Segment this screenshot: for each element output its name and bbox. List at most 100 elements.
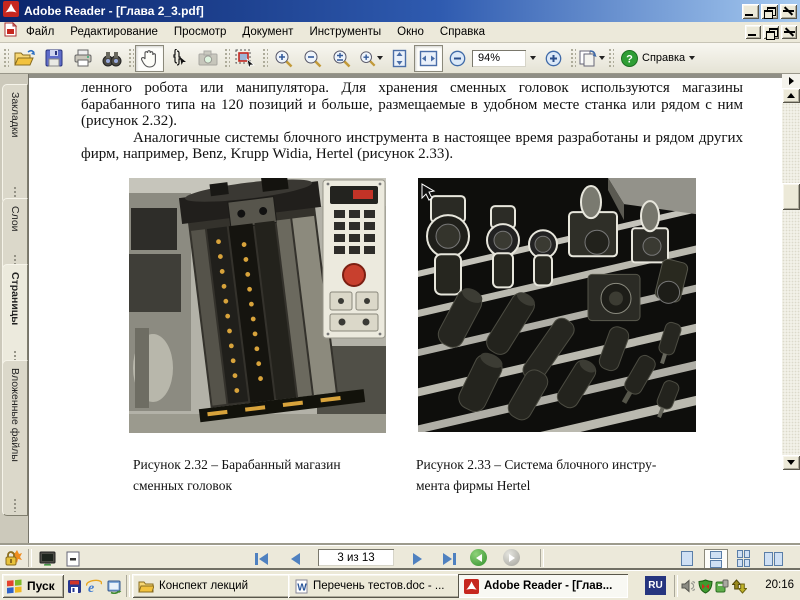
- close-icon[interactable]: [780, 3, 797, 19]
- single-page-button[interactable]: [676, 549, 698, 568]
- doc-restore-icon[interactable]: [763, 25, 779, 40]
- doc-minimize-icon[interactable]: [745, 25, 761, 39]
- taskbar-window-adobe-reader[interactable]: Adobe Reader - [Глав...: [458, 574, 628, 598]
- page-view-menu-button[interactable]: [577, 45, 606, 72]
- show-desktop-icon[interactable]: [106, 578, 122, 594]
- scrollbar-track[interactable]: [782, 103, 800, 455]
- menu-help[interactable]: Справка: [432, 23, 493, 41]
- zoom-in-button[interactable]: [539, 45, 568, 72]
- toolbar-grip[interactable]: [127, 47, 134, 69]
- help-button[interactable]: ? Справка: [615, 46, 701, 70]
- folder-icon: [138, 581, 154, 592]
- volume-icon[interactable]: [680, 578, 696, 594]
- antivirus-shield-icon[interactable]: [697, 578, 713, 594]
- zoom-tool-menu-icon[interactable]: [356, 45, 385, 72]
- menu-document[interactable]: Документ: [234, 23, 301, 41]
- fit-width-button[interactable]: [414, 44, 443, 72]
- fit-height-button[interactable]: [385, 45, 414, 72]
- next-view-button[interactable]: [503, 549, 520, 566]
- facing-button[interactable]: [762, 549, 784, 568]
- prev-page-icon: [290, 552, 300, 565]
- figure-hertel-tools: [418, 178, 696, 432]
- save-button[interactable]: [39, 45, 68, 72]
- menu-window[interactable]: Окно: [389, 23, 432, 41]
- scroll-down-button[interactable]: [782, 455, 800, 470]
- page-number-input[interactable]: 3 из 13: [318, 549, 394, 566]
- agent-icon[interactable]: [714, 578, 730, 594]
- restore-icon[interactable]: [761, 3, 778, 19]
- screen-mode-button[interactable]: [36, 549, 58, 568]
- chevron-down-icon: [599, 56, 605, 60]
- facing-icon: [763, 551, 783, 566]
- toolbar-expand-button[interactable]: [782, 74, 800, 88]
- svg-text:?: ?: [626, 53, 633, 65]
- chevron-down-icon: [376, 56, 383, 60]
- lock-icon: [4, 549, 22, 572]
- next-page-button[interactable]: [406, 549, 428, 568]
- first-page-button[interactable]: [250, 549, 272, 568]
- tab-layers[interactable]: Слои: [2, 198, 28, 272]
- menu-edit[interactable]: Редактирование: [62, 23, 166, 41]
- prev-page-button[interactable]: [284, 549, 306, 568]
- open-button[interactable]: [10, 45, 39, 72]
- toolbar-grip[interactable]: [2, 47, 9, 69]
- clock: 20:16: [765, 579, 794, 591]
- snapshot-icon[interactable]: [193, 45, 222, 72]
- print-button[interactable]: [68, 45, 97, 72]
- last-page-button[interactable]: [438, 549, 460, 568]
- menu-tools[interactable]: Инструменты: [301, 23, 389, 41]
- page-size-button[interactable]: [62, 549, 84, 568]
- continuous-facing-icon: [736, 550, 750, 567]
- next-page-icon: [412, 552, 422, 565]
- continuous-facing-button[interactable]: [732, 549, 754, 568]
- toolbar-grip[interactable]: [569, 47, 576, 69]
- titlebar: Adobe Reader - [Глава 2_3.pdf]: [0, 0, 800, 22]
- pdf-doc-icon[interactable]: [3, 21, 18, 42]
- chevron-right-icon: [788, 77, 794, 85]
- zoom-out-tool-icon[interactable]: [298, 45, 327, 72]
- figure-caption: Рисунок 2.33 – Система блочного инстру- …: [416, 457, 657, 493]
- figure-caption: Рисунок 2.32 – Барабанный магазин сменны…: [133, 457, 341, 493]
- continuous-button[interactable]: [704, 549, 728, 570]
- toolbar: 94% ? Справка: [0, 43, 800, 74]
- toolbar-grip[interactable]: [261, 47, 268, 69]
- windows-flag-icon: [7, 579, 22, 593]
- select-image-icon[interactable]: [231, 45, 260, 72]
- tab-pages[interactable]: Страницы: [2, 264, 28, 368]
- doc-close-icon[interactable]: [781, 25, 797, 39]
- start-button[interactable]: Пуск: [2, 574, 64, 598]
- menu-file[interactable]: Файл: [18, 23, 62, 41]
- hand-tool-button[interactable]: [135, 44, 164, 72]
- toolbar-grip[interactable]: [607, 47, 614, 69]
- paragraph: ленного робота или манипулятора. Для хра…: [81, 80, 743, 130]
- arrow-right-icon: [508, 553, 515, 562]
- last-page-icon: [442, 552, 452, 565]
- zoom-dynamic-icon[interactable]: [327, 45, 356, 72]
- help-label: Справка: [642, 52, 686, 64]
- zoom-out-button[interactable]: [443, 45, 472, 72]
- tab-attachments[interactable]: Вложенные файлы: [2, 360, 28, 516]
- adobe-reader-window: Adobe Reader - [Глава 2_3.pdf] Файл Реда…: [0, 0, 800, 600]
- toolbar-grip[interactable]: [223, 47, 230, 69]
- prev-view-button[interactable]: [470, 549, 487, 566]
- search-binoculars-icon[interactable]: [97, 45, 126, 72]
- zoom-dropdown-button[interactable]: [526, 50, 539, 67]
- zoom-level-input[interactable]: 94%: [472, 49, 526, 67]
- document-window-controls: [745, 25, 797, 40]
- scroll-up-button[interactable]: [782, 88, 800, 103]
- internet-explorer-icon[interactable]: e: [86, 578, 102, 594]
- arrow-left-icon: [475, 553, 482, 562]
- zoom-in-tool-icon[interactable]: [269, 45, 298, 72]
- select-text-icon[interactable]: [164, 45, 193, 72]
- app-disk-icon[interactable]: [66, 578, 82, 594]
- scrollbar-thumb[interactable]: [782, 183, 800, 210]
- adobe-reader-icon: [464, 578, 479, 594]
- minimize-icon[interactable]: [742, 3, 759, 19]
- taskbar-window-folder[interactable]: Конспект лекций: [132, 574, 296, 598]
- network-activity-icon[interactable]: [731, 578, 747, 594]
- language-indicator[interactable]: RU: [645, 576, 666, 595]
- taskbar-window-word-doc[interactable]: W Перечень тестов.doc - ...: [288, 574, 467, 598]
- svg-text:e: e: [88, 581, 94, 594]
- tab-bookmarks[interactable]: Закладки: [2, 84, 28, 204]
- menu-view[interactable]: Просмотр: [166, 23, 235, 41]
